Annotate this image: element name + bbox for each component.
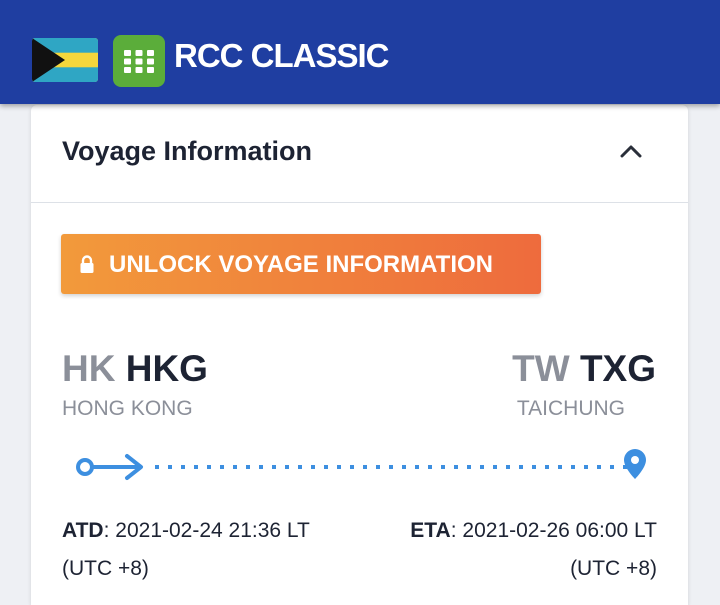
unlock-voyage-information-button[interactable]: UNLOCK VOYAGE INFORMATION xyxy=(61,234,541,294)
eta-line: ETA: 2021-02-26 06:00 LT xyxy=(410,519,657,543)
grid-app-icon xyxy=(113,35,165,87)
arrival-locode: TXG xyxy=(579,348,656,389)
collapse-button[interactable] xyxy=(615,135,647,167)
atd-label: ATD xyxy=(62,519,104,542)
atd-line: ATD: 2021-02-24 21:36 LT xyxy=(62,519,310,543)
chevron-up-icon xyxy=(620,145,642,158)
card-title: Voyage Information xyxy=(62,136,313,166)
arrival-country-code: TW xyxy=(512,348,570,389)
eta-value: : 2021-02-26 06:00 LT xyxy=(450,519,657,542)
voyage-information-card: Voyage Information UNLOCK VOYAGE INFORMA… xyxy=(31,105,688,605)
departure-locode: HKG xyxy=(125,348,208,389)
bahamas-flag-icon xyxy=(32,38,98,82)
arrival-port-name: TAICHUNG xyxy=(516,397,625,420)
departure-port-code: HK HKG xyxy=(62,348,208,390)
eta-timezone: (UTC +8) xyxy=(570,557,657,580)
departure-country-code: HK xyxy=(62,348,116,389)
map-pin-icon xyxy=(624,449,646,479)
atd-timezone: (UTC +8) xyxy=(62,557,149,580)
card-header[interactable]: Voyage Information xyxy=(31,105,688,203)
app-header: RCC CLASSIC xyxy=(0,0,720,104)
unlock-button-label: UNLOCK VOYAGE INFORMATION xyxy=(109,251,494,278)
atd-value: : 2021-02-24 21:36 LT xyxy=(103,519,310,542)
arrival-port-code: TW TXG xyxy=(512,348,656,390)
eta-label: ETA xyxy=(410,519,451,542)
voyage-route xyxy=(76,449,646,480)
origin-dot xyxy=(76,458,94,476)
app-title: RCC CLASSIC xyxy=(174,37,390,74)
departure-port-name: HONG KONG xyxy=(62,397,193,420)
lock-icon xyxy=(80,255,94,273)
